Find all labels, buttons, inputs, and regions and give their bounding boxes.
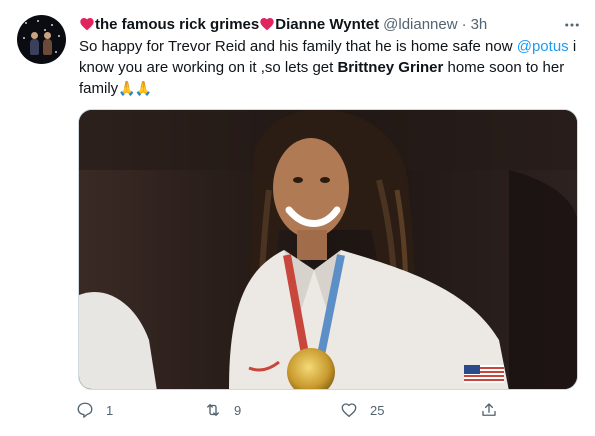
user-handle[interactable]: @ldiannew [383, 16, 457, 33]
separator-dot: · [461, 15, 467, 33]
avatar[interactable] [17, 15, 66, 64]
tweet-text: So happy for Trevor Reid and his family … [79, 36, 577, 99]
display-name-suffix[interactable]: Dianne Wyntet [275, 16, 379, 33]
tweet-card[interactable]: the famous rick grimes Dianne Wyntet @ld… [0, 0, 595, 436]
share-icon [482, 403, 496, 416]
pray-emoji: 🙏🙏 [118, 80, 152, 96]
tweet-text-part1: So happy for Trevor Reid and his family … [79, 38, 517, 55]
heart-icon [80, 18, 94, 31]
reply-count: 1 [106, 402, 114, 418]
retweet-count: 9 [234, 402, 242, 418]
reply-icon [77, 402, 93, 418]
like-button[interactable]: 25 [340, 398, 384, 422]
media-image[interactable] [78, 109, 578, 390]
heart-icon [260, 18, 274, 31]
athlete-photo [79, 110, 577, 389]
like-count: 25 [370, 402, 385, 418]
display-name[interactable]: the famous rick grimes [95, 16, 259, 33]
tweet-actions: 1 9 25 [76, 398, 506, 422]
retweet-button[interactable]: 9 [204, 398, 241, 422]
timestamp[interactable]: 3h [471, 16, 488, 33]
more-icon[interactable] [563, 16, 581, 34]
like-icon [341, 403, 357, 418]
tweet-text-bold: Brittney Griner [337, 59, 444, 76]
mention-link[interactable]: @potus [517, 38, 569, 55]
retweet-icon [207, 404, 219, 416]
share-button[interactable] [480, 398, 498, 422]
reply-button[interactable]: 1 [76, 398, 113, 422]
tweet-header: the famous rick grimes Dianne Wyntet @ld… [79, 14, 555, 34]
